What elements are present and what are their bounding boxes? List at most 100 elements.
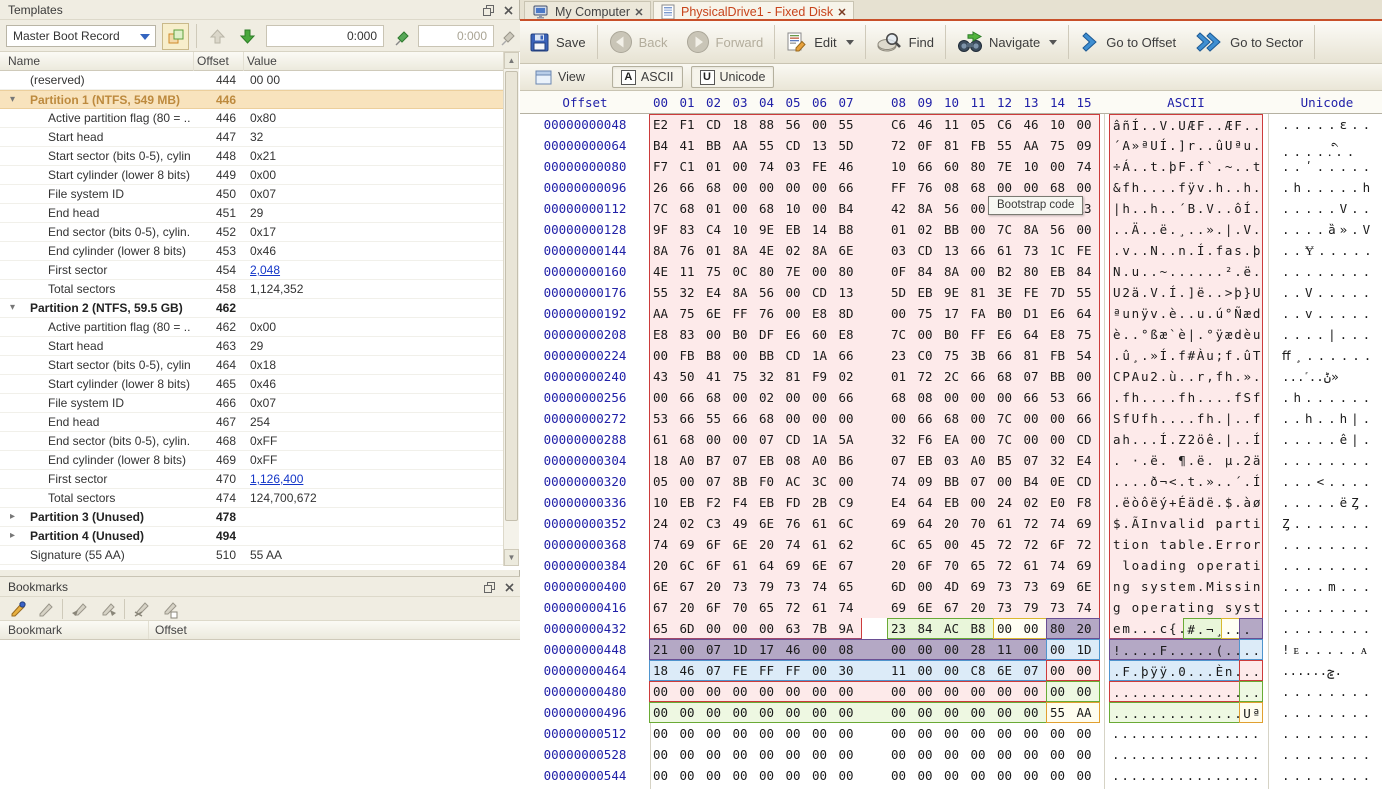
hex-byte[interactable]: 00	[786, 747, 810, 762]
hex-byte[interactable]: 30	[839, 663, 863, 678]
template-row[interactable]: Start cylinder (lower 8 bits)4650x46	[0, 375, 503, 394]
hex-byte[interactable]: BB	[706, 138, 730, 153]
hex-byte[interactable]: 7C	[653, 201, 677, 216]
hex-byte[interactable]: 6F	[706, 558, 730, 573]
hex-byte[interactable]: 02	[918, 222, 942, 237]
hex-byte[interactable]: 00	[680, 705, 704, 720]
hex-byte[interactable]: 00	[997, 474, 1021, 489]
hex-ascii[interactable]: ................	[1109, 723, 1263, 744]
hex-ascii[interactable]: loading operati	[1109, 555, 1263, 576]
hex-byte[interactable]: 00	[653, 705, 677, 720]
hex-byte[interactable]: 63	[786, 621, 810, 636]
hex-byte[interactable]: 11	[944, 117, 968, 132]
hex-byte[interactable]: 00	[1050, 663, 1074, 678]
hex-byte[interactable]: 00	[733, 432, 757, 447]
hex-ascii[interactable]: .fh....fh....fSf	[1109, 387, 1263, 408]
col-value[interactable]: Value	[247, 52, 277, 70]
hex-ascii[interactable]: &fh....fÿv.h..h.	[1109, 177, 1263, 198]
hex-byte[interactable]: 61	[997, 516, 1021, 531]
hex-byte[interactable]: 42	[891, 201, 915, 216]
hex-byte[interactable]: 00	[944, 663, 968, 678]
hex-byte[interactable]: B5	[997, 453, 1021, 468]
template-row[interactable]: First sector4701,126,400	[0, 470, 503, 489]
hex-byte[interactable]: C6	[997, 117, 1021, 132]
hex-byte[interactable]: 00	[918, 726, 942, 741]
hex-byte[interactable]: E4	[891, 495, 915, 510]
hex-byte[interactable]: EB	[1050, 264, 1074, 279]
hex-byte[interactable]: 68	[680, 201, 704, 216]
hex-byte[interactable]: 8A	[1024, 222, 1048, 237]
hex-byte[interactable]: C1	[680, 159, 704, 174]
hex-byte[interactable]: CD	[918, 243, 942, 258]
hex-byte[interactable]: 69	[1077, 516, 1101, 531]
hex-byte[interactable]: 75	[944, 348, 968, 363]
hex-byte[interactable]: 9E	[759, 222, 783, 237]
hex-unicode[interactable]: ........	[1282, 621, 1374, 636]
hex-byte[interactable]: E6	[1050, 306, 1074, 321]
hex-byte[interactable]: 53	[1050, 390, 1074, 405]
hex-byte[interactable]: 55	[1077, 285, 1101, 300]
hex-byte[interactable]: 00	[1024, 705, 1048, 720]
hex-byte[interactable]: 00	[786, 726, 810, 741]
hex-byte[interactable]: 61	[733, 558, 757, 573]
hex-byte[interactable]: 00	[653, 747, 677, 762]
float-panel-icon[interactable]	[482, 580, 496, 594]
hex-byte[interactable]: 00	[1077, 180, 1101, 195]
hex-byte[interactable]: 10	[1024, 159, 1048, 174]
hex-byte[interactable]: 80	[1050, 621, 1074, 636]
hex-byte[interactable]: FF	[971, 327, 995, 342]
hex-byte[interactable]: A0	[971, 453, 995, 468]
hex-byte[interactable]: AA	[653, 306, 677, 321]
hex-byte[interactable]: 8A	[944, 264, 968, 279]
hex-byte[interactable]: 6C	[839, 516, 863, 531]
hex-ascii[interactable]: U2ä.V.Í.]ë..>þ}U	[1109, 282, 1263, 303]
hex-byte[interactable]: 46	[918, 117, 942, 132]
hex-byte[interactable]: 53	[653, 411, 677, 426]
hex-ascii[interactable]: .v..N..n.Í.fas.þ	[1109, 240, 1263, 261]
hex-byte[interactable]: 74	[1077, 159, 1101, 174]
hex-ascii[interactable]: ..............	[1109, 681, 1244, 702]
hex-byte[interactable]: 20	[680, 600, 704, 615]
hex-byte[interactable]: 64	[759, 558, 783, 573]
hex-byte[interactable]: AC	[786, 474, 810, 489]
hex-byte[interactable]: 9A	[839, 621, 863, 636]
template-row[interactable]: Start head44732	[0, 128, 503, 147]
hex-byte[interactable]: 20	[706, 579, 730, 594]
hex-byte[interactable]: 07	[971, 474, 995, 489]
template-offset-input-secondary[interactable]	[418, 25, 494, 47]
hex-byte[interactable]: 70	[733, 600, 757, 615]
hex-byte[interactable]: 00	[706, 726, 730, 741]
hex-byte[interactable]: 00	[944, 747, 968, 762]
hex-byte[interactable]: 00	[706, 432, 730, 447]
hex-byte[interactable]: 10	[891, 159, 915, 174]
hex-byte[interactable]: B7	[706, 453, 730, 468]
hex-byte[interactable]: 00	[1077, 726, 1101, 741]
hex-byte[interactable]: 67	[839, 558, 863, 573]
hex-byte[interactable]: 66	[918, 411, 942, 426]
hex-byte[interactable]: 75	[1077, 327, 1101, 342]
hex-byte[interactable]: B8	[706, 348, 730, 363]
hex-byte[interactable]: 68	[971, 180, 995, 195]
hex-byte[interactable]: 68	[1050, 180, 1074, 195]
hex-byte[interactable]: EA	[944, 432, 968, 447]
hex-byte[interactable]: 01	[891, 222, 915, 237]
hex-byte[interactable]: 66	[680, 411, 704, 426]
hex-byte[interactable]: 11	[891, 663, 915, 678]
hex-byte[interactable]: 68	[944, 411, 968, 426]
hex-byte[interactable]: 7B	[812, 621, 836, 636]
hex-byte[interactable]: B2	[997, 264, 1021, 279]
hex-byte[interactable]: 00	[1024, 180, 1048, 195]
hex-byte[interactable]: 20	[891, 558, 915, 573]
hex-byte[interactable]: FF	[759, 663, 783, 678]
hex-byte[interactable]: 8B	[733, 474, 757, 489]
hex-byte[interactable]: 00	[839, 705, 863, 720]
hex-byte[interactable]: 00	[1077, 747, 1101, 762]
hex-byte[interactable]: 01	[891, 369, 915, 384]
hex-byte[interactable]: B0	[997, 306, 1021, 321]
template-row[interactable]: Active partition flag (80 = ...4620x00	[0, 318, 503, 337]
hex-byte[interactable]: 00	[971, 684, 995, 699]
hex-byte[interactable]: 6F	[918, 558, 942, 573]
hex-byte[interactable]: 80	[759, 264, 783, 279]
hex-byte[interactable]: 60	[944, 159, 968, 174]
hex-byte[interactable]: 74	[1050, 516, 1074, 531]
